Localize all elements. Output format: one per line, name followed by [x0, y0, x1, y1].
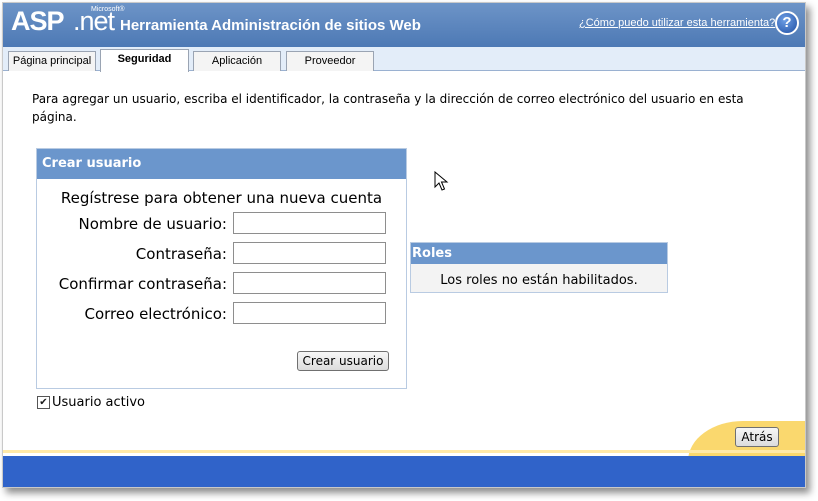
- roles-status-text: Los roles no están habilitados.: [440, 273, 638, 288]
- back-button[interactable]: Atrás: [735, 427, 779, 447]
- username-input[interactable]: [233, 212, 386, 234]
- tab-proveedor[interactable]: Proveedor: [286, 51, 374, 71]
- password-input[interactable]: [233, 242, 386, 264]
- confirm-password-input[interactable]: [233, 272, 386, 294]
- tab-seguridad[interactable]: Seguridad: [100, 49, 189, 72]
- footer-divider: [3, 450, 805, 453]
- email-label: Correo electrónico:: [84, 305, 228, 323]
- create-user-panel: Crear usuario Regístrese para obtener un…: [36, 148, 407, 389]
- footer-bar: [3, 456, 805, 487]
- password-label: Contraseña:: [135, 245, 227, 263]
- active-user-label: Usuario activo: [52, 395, 146, 410]
- roles-panel: Roles Los roles no están habilitados.: [410, 242, 668, 293]
- mouse-cursor-icon: [434, 171, 449, 191]
- roles-header: Roles: [411, 243, 667, 264]
- username-label: Nombre de usuario:: [78, 215, 227, 233]
- confirm-password-label: Confirmar contraseña:: [58, 275, 227, 293]
- logo-asp-text: ASP: [11, 6, 65, 36]
- app-title: Herramienta Administración de sitios Web: [120, 17, 421, 34]
- email-input[interactable]: [233, 302, 386, 324]
- tab-aplicacion[interactable]: Aplicación: [193, 51, 281, 71]
- logo-microsoft-text: Microsoft®: [91, 6, 125, 13]
- create-user-header: Crear usuario: [37, 149, 406, 179]
- browser-window: ASP .net Microsoft® Herramienta Administ…: [2, 2, 806, 488]
- tab-pagina-principal[interactable]: Página principal: [8, 51, 96, 71]
- intro-text: Para agregar un usuario, escriba el iden…: [32, 92, 744, 124]
- active-user-checkbox[interactable]: ✔: [37, 396, 50, 409]
- form-subtitle: Regístrese para obtener una nueva cuenta: [60, 189, 383, 207]
- help-icon[interactable]: ?: [775, 11, 799, 35]
- tab-bar: Página principal Seguridad Aplicación Pr…: [3, 47, 805, 72]
- create-user-button[interactable]: Crear usuario: [297, 351, 389, 371]
- help-link[interactable]: ¿Cómo puedo utilizar esta herramienta?: [579, 17, 775, 29]
- app-header: ASP .net Microsoft® Herramienta Administ…: [3, 3, 805, 47]
